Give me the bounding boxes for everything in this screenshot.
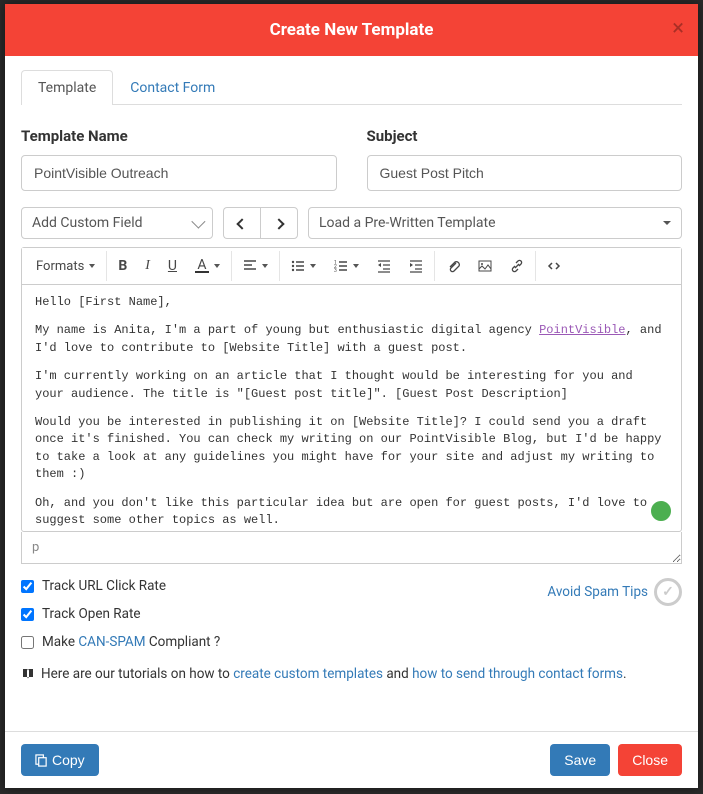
can-spam-link[interactable]: CAN-SPAM [78, 634, 145, 650]
body-p3: Would you be interested in publishing it… [35, 414, 668, 484]
attachment-button[interactable] [437, 251, 469, 281]
next-button[interactable] [260, 207, 298, 239]
italic-button[interactable]: I [136, 251, 159, 281]
formats-dropdown[interactable]: Formats [27, 251, 104, 281]
indent-button[interactable] [400, 251, 432, 281]
track-open-check[interactable]: Track Open Rate [21, 606, 220, 622]
avoid-spam-tips-link[interactable]: Avoid Spam Tips ✓ [547, 578, 682, 606]
tutorial-text: Here are our tutorials on how to create … [21, 666, 682, 682]
add-custom-field-select[interactable]: Add Custom Field [21, 207, 213, 239]
align-button[interactable] [234, 251, 277, 281]
caret-down-icon [663, 221, 671, 225]
close-button[interactable]: Close [618, 744, 682, 776]
image-button[interactable] [469, 251, 501, 281]
load-template-label: Load a Pre-Written Template [319, 215, 496, 231]
track-url-check[interactable]: Track URL Click Rate [21, 578, 220, 594]
modal-body: Template Contact Form Template Name Subj… [5, 56, 698, 731]
create-templates-link[interactable]: create custom templates [233, 666, 383, 682]
tab-template[interactable]: Template [21, 70, 113, 105]
copy-icon [35, 754, 48, 767]
modal-dialog: Create New Template × Template Contact F… [5, 4, 698, 788]
check-circle-icon: ✓ [654, 578, 682, 606]
body-p2: I'm currently working on an article that… [35, 368, 668, 403]
subject-label: Subject [367, 127, 683, 145]
body-p4: Oh, and you don't like this particular i… [35, 495, 668, 530]
book-icon [21, 667, 35, 681]
chevron-down-icon [191, 215, 205, 229]
body-greeting: Hello [First Name], [35, 294, 668, 311]
modal-title: Create New Template [21, 20, 682, 40]
body-p1: My name is Anita, I'm a part of young bu… [35, 322, 668, 357]
prev-button[interactable] [223, 207, 260, 239]
save-button[interactable]: Save [550, 744, 610, 776]
modal-header: Create New Template × [5, 4, 698, 56]
chevron-left-icon [236, 218, 247, 229]
link-button[interactable] [501, 251, 533, 281]
pointvisible-link[interactable]: PointVisible [539, 323, 625, 337]
chevron-right-icon [273, 218, 284, 229]
load-template-select[interactable]: Load a Pre-Written Template [308, 207, 682, 239]
can-spam-checkbox[interactable] [21, 636, 34, 649]
copy-button[interactable]: Copy [21, 744, 99, 776]
svg-text:3: 3 [334, 268, 337, 273]
template-name-label: Template Name [21, 127, 337, 145]
close-icon[interactable]: × [672, 16, 684, 41]
numbered-list-button[interactable]: 123 [325, 251, 368, 281]
tabs: Template Contact Form [21, 70, 682, 105]
element-path-box[interactable]: p [21, 532, 682, 564]
caret-down-icon [89, 264, 95, 268]
modal-footer: Copy Save Close [5, 731, 698, 788]
bullet-list-button[interactable] [282, 251, 325, 281]
template-name-field: Template Name [21, 127, 337, 191]
caret-down-icon [262, 264, 268, 268]
caret-down-icon [353, 264, 359, 268]
caret-down-icon [310, 264, 316, 268]
editor-content[interactable]: Hello [First Name], My name is Anita, I'… [22, 285, 681, 531]
editor-toolbar: Formats B I U A 123 [22, 248, 681, 285]
text-color-button[interactable]: A [186, 251, 229, 281]
code-button[interactable] [538, 251, 570, 281]
add-custom-field-label: Add Custom Field [32, 215, 143, 231]
track-open-checkbox[interactable] [21, 608, 34, 621]
subject-field: Subject [367, 127, 683, 191]
subject-input[interactable] [367, 155, 683, 191]
track-url-checkbox[interactable] [21, 580, 34, 593]
nav-button-group [223, 207, 298, 239]
underline-button[interactable]: U [159, 251, 186, 281]
caret-down-icon [214, 264, 220, 268]
outdent-button[interactable] [368, 251, 400, 281]
can-spam-check[interactable]: Make CAN-SPAM Compliant ? [21, 634, 220, 650]
bold-button[interactable]: B [109, 251, 136, 281]
rich-text-editor: Formats B I U A 123 [21, 247, 682, 532]
tab-contact-form[interactable]: Contact Form [113, 70, 232, 105]
template-name-input[interactable] [21, 155, 337, 191]
status-bubble-icon [649, 499, 673, 523]
send-contact-forms-link[interactable]: how to send through contact forms [412, 666, 623, 682]
